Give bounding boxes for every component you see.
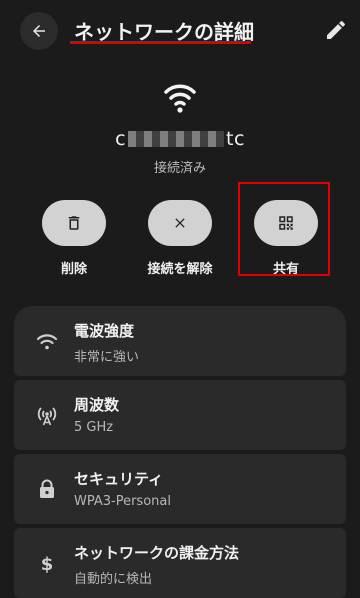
signal-strength-value: 非常に強い	[74, 350, 140, 365]
frequency-title: 周波数	[74, 396, 120, 414]
security-title: セキュリティ	[74, 470, 164, 488]
disconnect-action[interactable]: 接続を解除	[147, 200, 213, 277]
security-value: WPA3-Personal	[74, 494, 171, 509]
metered-value: 自動的に検出	[74, 572, 153, 587]
top-app-bar: ネットワークの詳細	[0, 0, 360, 62]
lock-icon	[40, 479, 54, 498]
signal-strength-title: 電波強度	[74, 322, 135, 340]
wifi-signal-icon	[36, 334, 58, 350]
title-highlight-underline	[70, 41, 251, 44]
delete-action[interactable]: 削除	[42, 200, 106, 277]
network-ssid: c tc	[0, 128, 360, 150]
list-item-metered[interactable]: $ ネットワークの課金方法 自動的に検出	[14, 528, 346, 598]
list-item-frequency: 周波数 5 GHz	[14, 380, 346, 450]
metered-title: ネットワークの課金方法	[74, 544, 240, 562]
back-button[interactable]	[20, 12, 58, 50]
svg-text:$: $	[41, 554, 54, 574]
disconnect-button[interactable]	[148, 200, 212, 246]
ssid-suffix: tc	[226, 128, 245, 150]
ssid-prefix: c	[115, 128, 127, 150]
arrow-left-icon	[33, 25, 45, 37]
trash-icon	[68, 216, 80, 230]
frequency-value: 5 GHz	[74, 420, 114, 435]
wifi-icon	[164, 84, 196, 113]
antenna-icon	[37, 407, 57, 426]
list-item-signal-strength: 電波強度 非常に強い	[14, 306, 346, 376]
dollar-icon: $	[41, 554, 54, 574]
list-item-security: セキュリティ WPA3-Personal	[14, 454, 346, 524]
pencil-icon	[327, 21, 345, 39]
share-highlight-box	[238, 182, 330, 276]
edit-button[interactable]	[324, 18, 350, 44]
ssid-redacted-block	[128, 131, 225, 147]
connection-status: 接続済み	[153, 161, 206, 176]
close-icon	[175, 218, 185, 228]
delete-button[interactable]	[42, 200, 106, 246]
